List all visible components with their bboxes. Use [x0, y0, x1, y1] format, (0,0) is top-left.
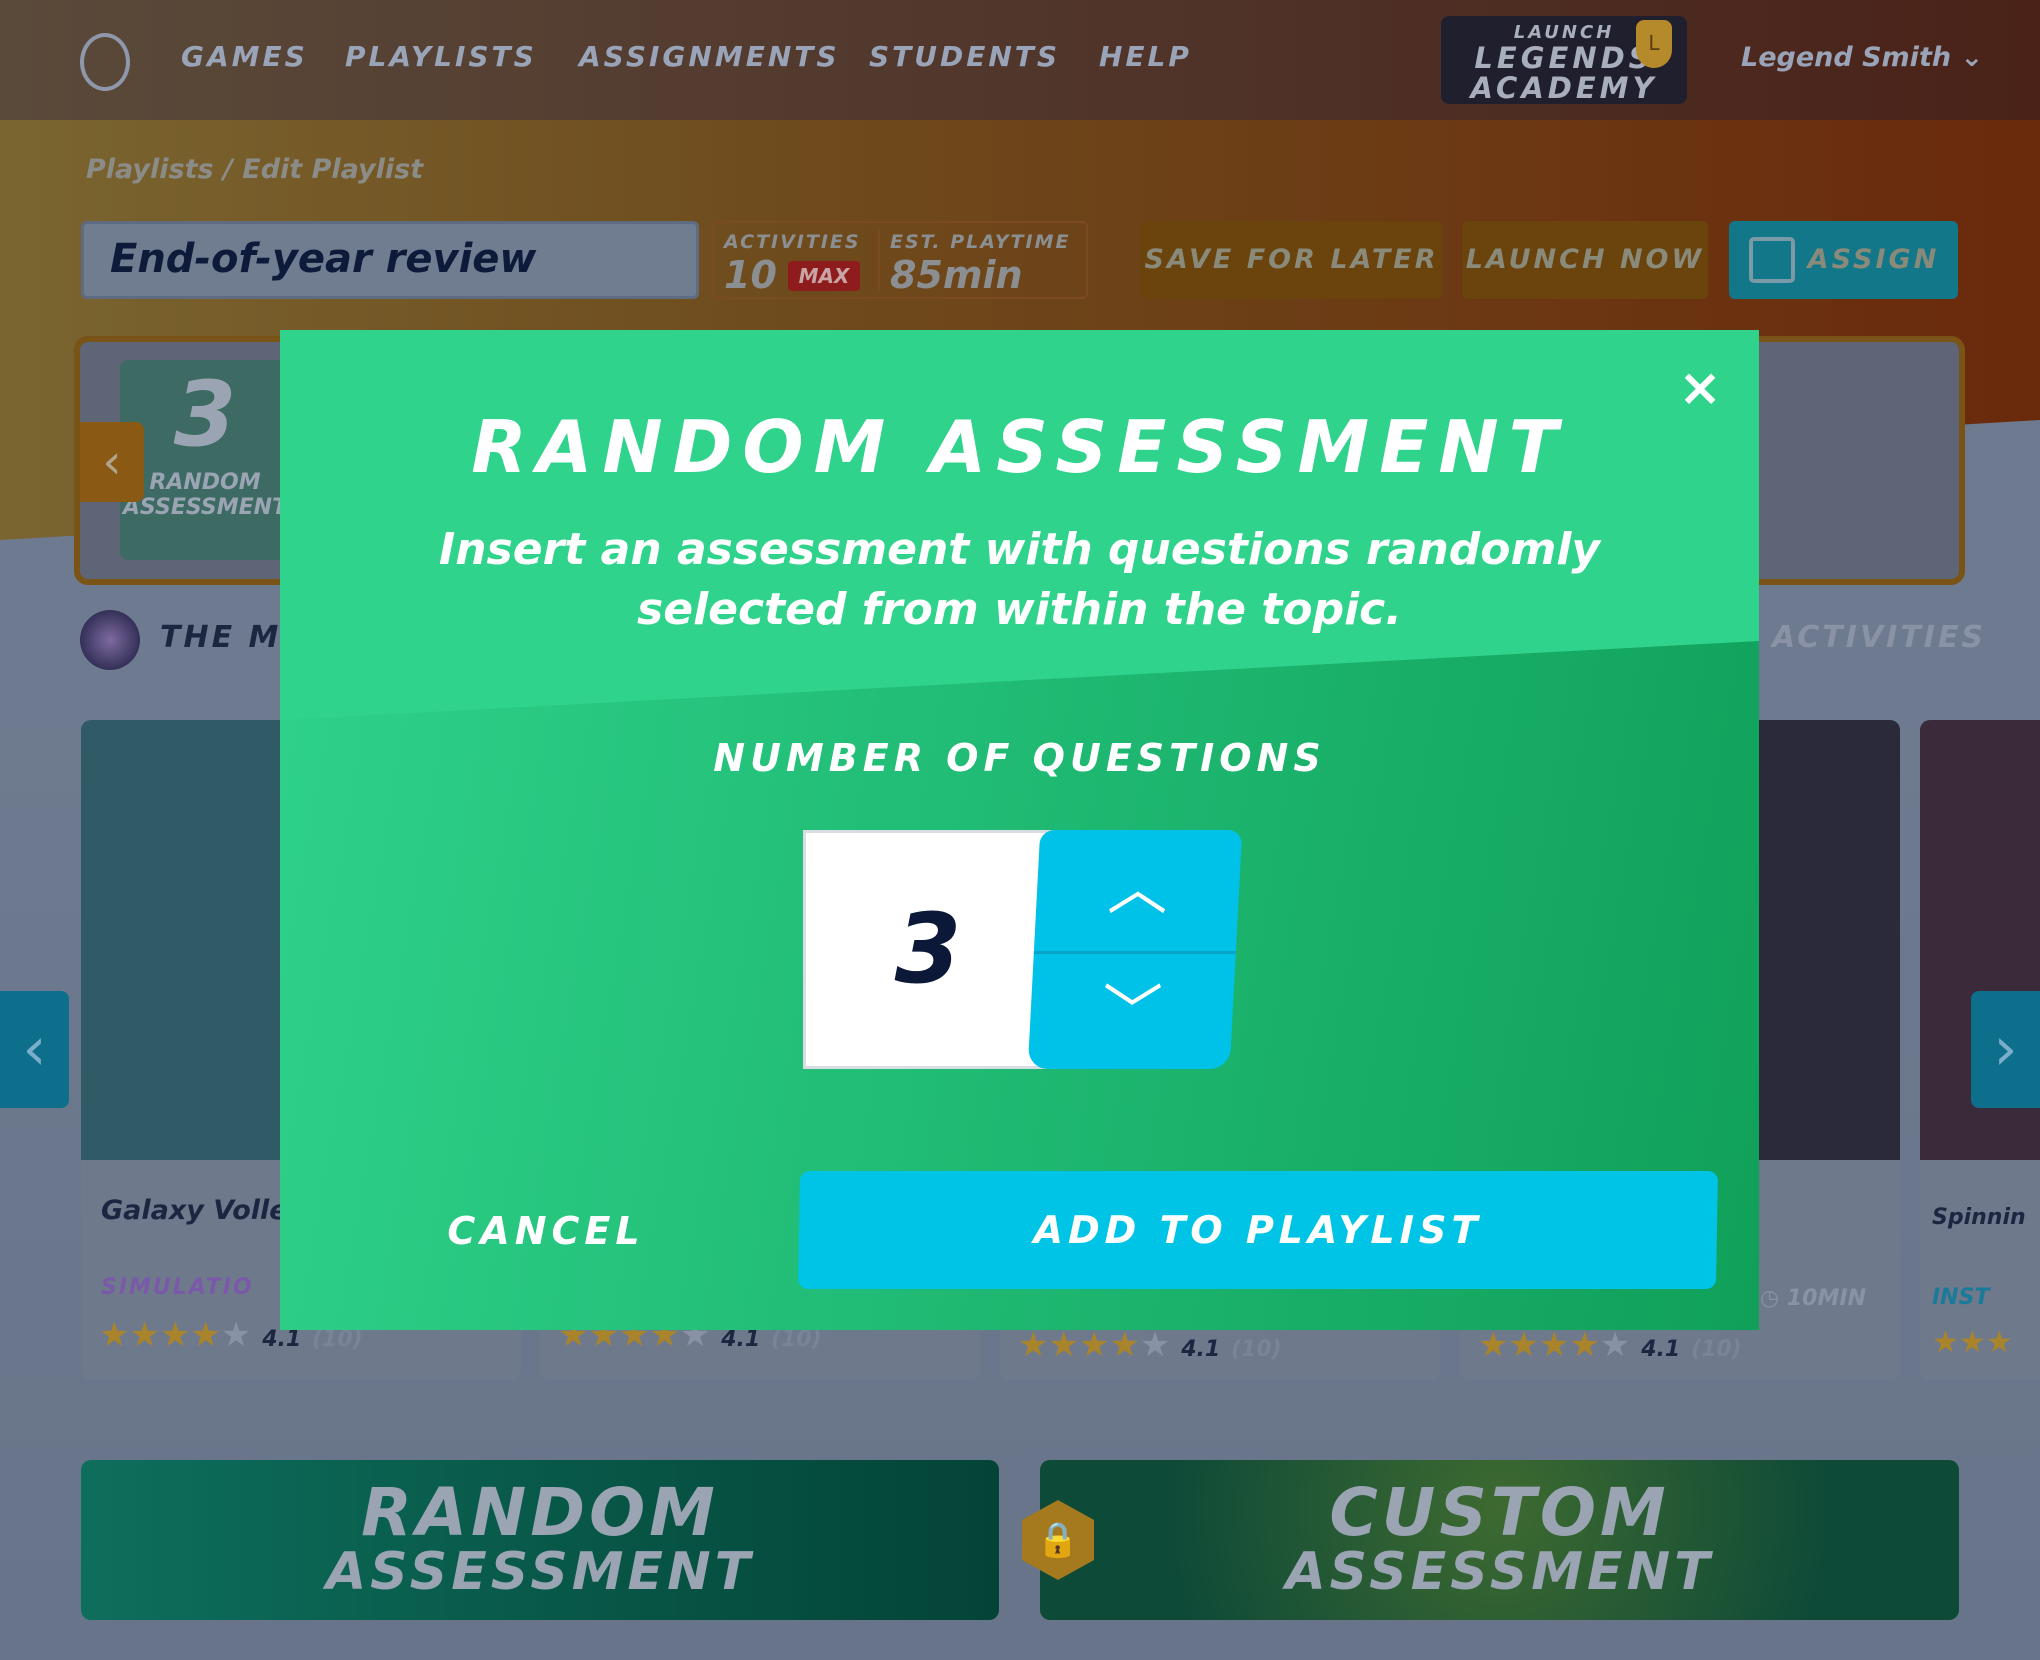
number-of-questions-label: NUMBER OF QUESTIONS — [713, 736, 1326, 780]
duration-value: 10MIN — [1786, 1286, 1866, 1311]
clock-icon: ◷ — [1760, 1286, 1780, 1311]
chevron-down-icon[interactable]: ﹀ — [1027, 951, 1236, 1069]
rating-value: 4.1 — [1641, 1337, 1681, 1362]
rating-value: 4.1 — [1181, 1337, 1221, 1362]
custom-assessment-tile[interactable]: CUSTOM ASSESSMENT — [1040, 1460, 1959, 1620]
carousel-prev-button[interactable]: ‹ — [0, 991, 69, 1108]
cancel-button[interactable]: CANCEL — [430, 1200, 662, 1262]
tile-title: RANDOM — [361, 1474, 719, 1551]
star-rating: ★★★★★ 4.1 (10) — [1478, 1325, 1742, 1365]
logo-icon[interactable] — [80, 33, 130, 91]
user-menu[interactable]: Legend Smith ⌄ — [1741, 42, 1983, 73]
nav-assignments[interactable]: ASSIGNMENTS — [579, 40, 840, 73]
user-name: Legend Smith — [1741, 42, 1952, 73]
playtime-value: 85min — [890, 253, 1023, 297]
playlist-stats: ACTIVITIES 10 MAX EST. PLAYTIME 85min — [712, 221, 1088, 299]
assign-label: ASSIGN — [1807, 244, 1940, 275]
rating-count: (10) — [771, 1327, 822, 1352]
activities-value: 10 — [724, 253, 777, 297]
tile-subtitle: ASSESSMENT — [1285, 1542, 1714, 1602]
carousel-next-button[interactable]: › — [1971, 991, 2040, 1108]
playlist-title-input[interactable]: End-of-year review — [81, 221, 699, 299]
section-activities-label: ACTIVITIES — [1772, 620, 1987, 655]
item-number: 3 — [173, 362, 237, 467]
launch-now-button[interactable]: LAUNCH NOW — [1462, 221, 1708, 299]
modal-description: Insert an assessment with questions rand… — [280, 520, 1759, 640]
item-label: ASSESSMENT — [122, 495, 288, 520]
topic-icon — [80, 610, 140, 670]
star-rating: ★★★★★ 4.1 (10) — [1018, 1325, 1282, 1365]
section-title: THE MI — [160, 620, 296, 655]
chevron-up-icon[interactable]: ︿ — [1034, 830, 1242, 948]
brand-line: ACADEMY — [1470, 71, 1658, 105]
nav-students[interactable]: STUDENTS — [869, 40, 1060, 73]
nav-playlists[interactable]: PLAYLISTS — [345, 40, 537, 73]
item-label: RANDOM — [149, 470, 261, 495]
add-to-playlist-button[interactable]: ADD TO PLAYLIST — [797, 1171, 1719, 1289]
top-nav: GAMES PLAYLISTS ASSIGNMENTS STUDENTS HEL… — [0, 0, 2040, 120]
rating-count: (10) — [1691, 1337, 1742, 1362]
rating-count: (10) — [312, 1327, 363, 1352]
star-rating: ★★★ — [1932, 1325, 2013, 1360]
close-icon[interactable]: × — [1674, 362, 1726, 414]
question-count-input[interactable]: 3 — [803, 830, 1053, 1069]
nav-help[interactable]: HELP — [1099, 40, 1192, 73]
chevron-down-icon: ⌄ — [1960, 42, 1984, 73]
description-line: selected from within the topic. — [637, 584, 1402, 635]
divider — [878, 229, 880, 291]
random-assessment-tile[interactable]: RANDOM ASSESSMENT — [81, 1460, 999, 1620]
modal-title: RANDOM ASSESSMENT — [471, 405, 1568, 489]
tile-subtitle: ASSESSMENT — [325, 1542, 755, 1602]
card-title: Spinnin — [1932, 1205, 2026, 1230]
assign-button[interactable]: ASSIGN — [1729, 221, 1958, 299]
tile-title: CUSTOM — [1329, 1474, 1670, 1551]
card-title: Galaxy Volley — [101, 1195, 306, 1226]
rating-value: 4.1 — [262, 1327, 302, 1352]
card-duration: ◷ 10MIN — [1760, 1286, 1866, 1311]
playtime-label: EST. PLAYTIME — [890, 231, 1071, 253]
question-count-stepper: ︿ ﹀ — [1027, 830, 1243, 1069]
card-type: SIMULATIO — [101, 1275, 254, 1300]
shield-icon: L — [1636, 20, 1672, 68]
max-badge: MAX — [788, 261, 860, 291]
calendar-icon — [1749, 237, 1795, 283]
breadcrumb[interactable]: Playlists / Edit Playlist — [86, 154, 423, 185]
card-type: INST — [1932, 1285, 1990, 1310]
description-line: Insert an assessment with questions rand… — [438, 524, 1601, 575]
save-for-later-button[interactable]: SAVE FOR LATER — [1140, 221, 1443, 299]
strip-prev-button[interactable]: ‹ — [80, 422, 144, 502]
rating-value: 4.1 — [721, 1327, 761, 1352]
activities-label: ACTIVITIES — [724, 231, 861, 253]
playlist-item[interactable]: 3 RANDOM ASSESSMENT — [120, 360, 290, 560]
rating-count: (10) — [1231, 1337, 1282, 1362]
nav-games[interactable]: GAMES — [181, 40, 308, 73]
